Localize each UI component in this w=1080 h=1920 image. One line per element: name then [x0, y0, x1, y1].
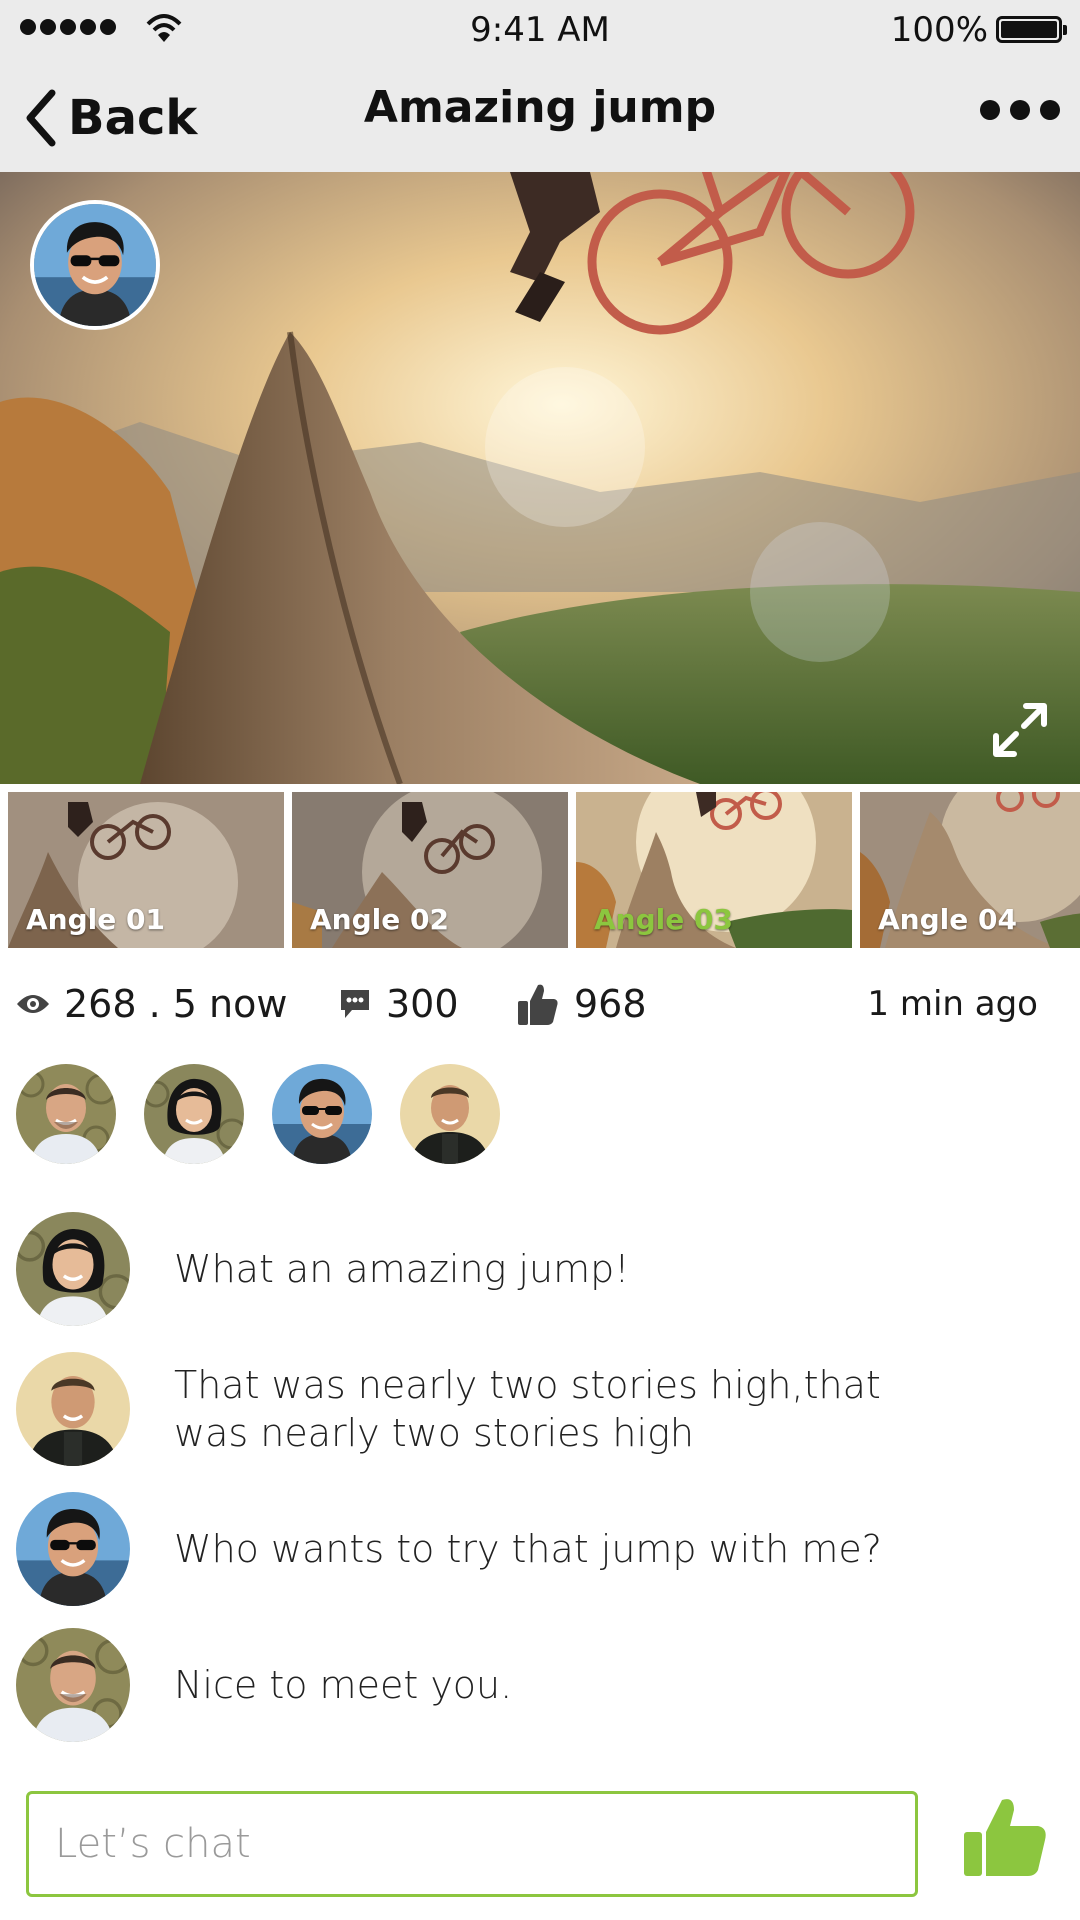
avatar	[16, 1492, 130, 1606]
viewer-avatar[interactable]	[272, 1064, 372, 1164]
chat-message: That was nearly two stories high,that wa…	[16, 1352, 1056, 1466]
chat-input[interactable]	[26, 1791, 918, 1897]
avatar	[400, 1064, 500, 1164]
page-title: Amazing jump	[363, 82, 717, 133]
message-avatar[interactable]	[16, 1212, 130, 1326]
message-avatar[interactable]	[16, 1352, 130, 1466]
hero-image[interactable]	[0, 172, 1080, 784]
chat-message: What an amazing jump!	[16, 1212, 1056, 1326]
avatar	[16, 1212, 130, 1326]
message-avatar[interactable]	[16, 1492, 130, 1606]
avatar	[144, 1064, 244, 1164]
chat-message: Who wants to try that jump with me?	[16, 1492, 1056, 1606]
battery-percentage: 100%	[890, 10, 988, 50]
eye-icon	[17, 995, 49, 1013]
angle-thumb-4[interactable]: Angle 04	[860, 792, 1080, 948]
chat-message: Nice to meet you.	[16, 1628, 1056, 1742]
message-text: Nice to meet you.	[174, 1663, 513, 1707]
message-text: That was nearly two stories high,that wa…	[174, 1363, 881, 1455]
time-ago: 1 min ago	[867, 984, 1038, 1024]
angle-thumb-1[interactable]: Angle 01	[8, 792, 284, 948]
thumbs-up-icon[interactable]	[960, 1792, 1052, 1884]
avatar	[16, 1064, 116, 1164]
viewer-avatar[interactable]	[144, 1064, 244, 1164]
angle-thumb-2[interactable]: Angle 02	[292, 792, 568, 948]
likes-count: 968	[574, 982, 647, 1026]
mountain-bike-jump-photo	[0, 172, 1080, 784]
top-bar: 9:41 AM 100% Back Amazing jump	[0, 0, 1080, 172]
angle-label: Angle 01	[26, 903, 165, 936]
avatar	[16, 1628, 130, 1742]
message-text: What an amazing jump!	[174, 1247, 630, 1291]
comments-stat[interactable]: 300	[338, 976, 459, 1032]
angle-label: Angle 03	[594, 903, 733, 936]
views-stat: 268 . 5 now	[16, 976, 287, 1032]
host-avatar[interactable]	[30, 200, 160, 330]
viewer-avatar[interactable]	[400, 1064, 500, 1164]
avatar	[16, 1352, 130, 1466]
views-count: 268 . 5 now	[64, 982, 288, 1026]
angle-selector: Angle 01 Angle 02 Angle 03 Angle 04	[8, 792, 1080, 948]
avatar	[34, 204, 156, 326]
viewer-avatar[interactable]	[16, 1064, 116, 1164]
likes-stat[interactable]: 968	[516, 976, 647, 1032]
message-avatar[interactable]	[16, 1628, 130, 1742]
thumbs-up-icon	[518, 984, 558, 1025]
angle-thumb-3[interactable]: Angle 03	[576, 792, 852, 948]
comments-count: 300	[386, 982, 459, 1026]
message-text: Who wants to try that jump with me?	[174, 1527, 882, 1571]
status-bar: 9:41 AM 100%	[0, 0, 1080, 62]
stats-row: 268 . 5 now 300 968 1 min ago	[16, 976, 1056, 1032]
comment-icon	[341, 990, 369, 1018]
battery-icon	[996, 16, 1067, 43]
angle-label: Angle 04	[878, 903, 1017, 936]
angle-label: Angle 02	[310, 903, 449, 936]
avatar	[272, 1064, 372, 1164]
expand-icon[interactable]	[990, 700, 1050, 760]
more-icon[interactable]	[980, 100, 1060, 120]
viewers-list	[16, 1064, 500, 1164]
